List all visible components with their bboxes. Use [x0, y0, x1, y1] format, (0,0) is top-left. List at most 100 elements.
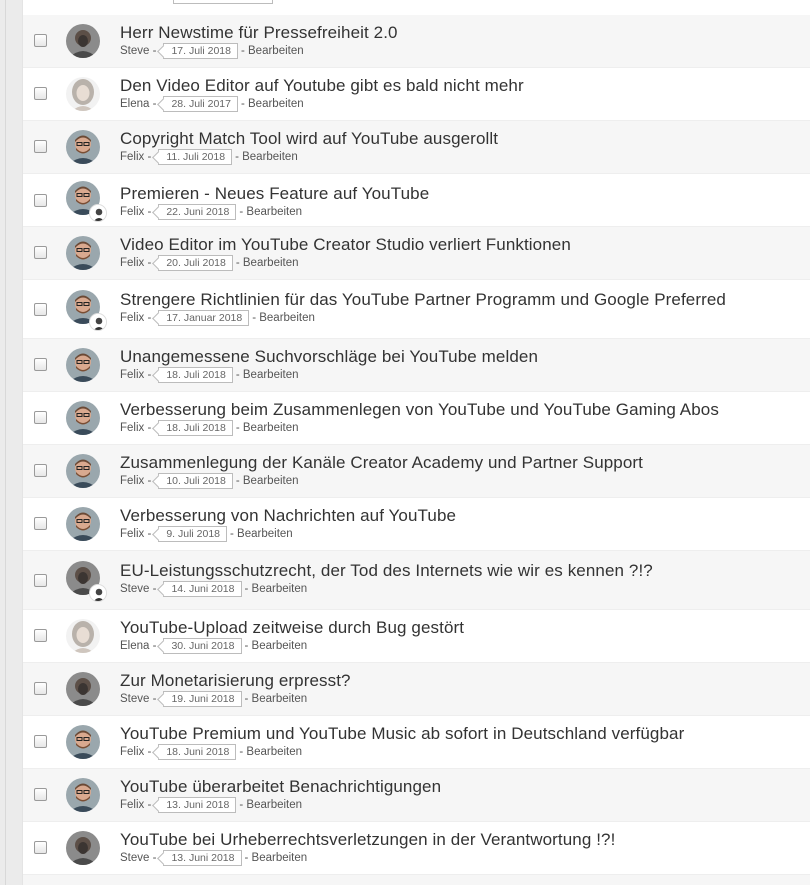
row-checkbox[interactable]: [34, 411, 47, 424]
left-gutter: [0, 0, 22, 885]
row-checkbox[interactable]: [34, 358, 47, 371]
editor-avatar-icon: [89, 584, 107, 602]
list-item: YouTube Premium und YouTube Music ab sof…: [23, 716, 810, 769]
edit-link[interactable]: - Bearbeiten: [236, 369, 299, 381]
list-item: Unangemessene Suchvorschläge bei YouTube…: [23, 339, 810, 392]
post-meta: Elena - 28. Juli 2017- Bearbeiten: [120, 96, 304, 112]
row-checkbox[interactable]: [34, 517, 47, 530]
post-title[interactable]: YouTube bei Urheberrechtsverletzungen in…: [120, 830, 615, 850]
row-checkbox[interactable]: [34, 87, 47, 100]
edit-link[interactable]: - Bearbeiten: [230, 528, 293, 540]
list-item: Zur Monetarisierung erpresst? Steve - 19. …: [23, 663, 810, 716]
post-meta: Felix - 11. Juli 2018- Bearbeiten: [120, 149, 298, 165]
edit-link[interactable]: - Bearbeiten: [239, 746, 302, 758]
post-title[interactable]: Verbesserung beim Zusammenlegen von YouT…: [120, 400, 719, 420]
row-checkbox[interactable]: [34, 629, 47, 642]
post-date-badge: 13. Juni 2018: [158, 797, 237, 813]
post-date-badge: 17. Januar 2018: [158, 310, 250, 326]
post-date-badge: 17. Juli 2018: [163, 43, 238, 59]
post-author: Steve -: [120, 45, 157, 57]
edit-link[interactable]: - Bearbeiten: [245, 693, 308, 705]
post-date-badge: 28. Juli 2017: [163, 96, 238, 112]
post-meta: Elena - 30. Juni 2018- Bearbeiten: [120, 638, 307, 654]
post-author: Felix -: [120, 257, 152, 269]
post-title[interactable]: Video Editor im YouTube Creator Studio v…: [120, 235, 571, 255]
post-date-badge: 30. Juni 2018: [163, 638, 242, 654]
post-date-badge: 18. Juni 2018: [158, 744, 237, 760]
post-author: Felix -: [120, 312, 152, 324]
post-title[interactable]: Premieren - Neues Feature auf YouTube: [120, 184, 429, 204]
row-checkbox[interactable]: [34, 574, 47, 587]
post-date-badge: 10. Juli 2018: [158, 473, 233, 489]
list-item: Den Video Editor auf Youtube gibt es bal…: [23, 68, 810, 121]
post-title[interactable]: Herr Newstime für Pressefreiheit 2.0: [120, 23, 398, 43]
list-item: Strengere Richtlinien für das YouTube Pa…: [23, 280, 810, 339]
row-checkbox[interactable]: [34, 246, 47, 259]
post-title[interactable]: YouTube-Upload zeitweise durch Bug gestö…: [120, 618, 464, 638]
list-item: Verbesserung von Nachrichten auf YouTube…: [23, 498, 810, 551]
steve-avatar: [66, 24, 100, 58]
row-checkbox[interactable]: [34, 140, 47, 153]
post-author: Felix -: [120, 369, 152, 381]
post-title[interactable]: Strengere Richtlinien für das YouTube Pa…: [120, 290, 726, 310]
post-author: Felix -: [120, 746, 152, 758]
row-checkbox[interactable]: [34, 841, 47, 854]
row-checkbox[interactable]: [34, 788, 47, 801]
edit-link[interactable]: - Bearbeiten: [241, 98, 304, 110]
felix-avatar: [66, 778, 100, 812]
post-meta: Felix - 13. Juni 2018- Bearbeiten: [120, 797, 302, 813]
post-title[interactable]: Den Video Editor auf Youtube gibt es bal…: [120, 76, 524, 96]
post-title[interactable]: YouTube überarbeitet Benachrichtigungen: [120, 777, 441, 797]
edit-link[interactable]: - Bearbeiten: [252, 312, 315, 324]
felix-avatar: [66, 130, 100, 164]
row-checkbox[interactable]: [34, 735, 47, 748]
post-date-badge: 19. Juni 2018: [163, 691, 242, 707]
felix-avatar: [66, 725, 100, 759]
post-meta: Felix - 18. Juli 2018- Bearbeiten: [120, 420, 299, 436]
list-item-partial: [23, 0, 810, 16]
edit-link[interactable]: - Bearbeiten: [241, 45, 304, 57]
post-title[interactable]: Zur Monetarisierung erpresst?: [120, 671, 351, 691]
date-badge-partial: [173, 0, 273, 4]
list-item: Verbesserung beim Zusammenlegen von YouT…: [23, 392, 810, 445]
post-title[interactable]: Unangemessene Suchvorschläge bei YouTube…: [120, 347, 538, 367]
edit-link[interactable]: - Bearbeiten: [245, 583, 308, 595]
post-meta: Steve - 14. Juni 2018- Bearbeiten: [120, 581, 307, 597]
row-checkbox[interactable]: [34, 303, 47, 316]
post-author: Felix -: [120, 206, 152, 218]
edit-link[interactable]: - Bearbeiten: [235, 151, 298, 163]
post-author: Felix -: [120, 528, 152, 540]
list-item: Herr Newstime für Pressefreiheit 2.0 Stev…: [23, 15, 810, 68]
list-item: Zusammenlegung der Kanäle Creator Academ…: [23, 445, 810, 498]
row-checkbox[interactable]: [34, 682, 47, 695]
post-author: Elena -: [120, 98, 157, 110]
row-checkbox[interactable]: [34, 464, 47, 477]
post-date-badge: 18. Juli 2018: [158, 420, 233, 436]
post-author: Felix -: [120, 799, 152, 811]
post-title[interactable]: EU-Leistungsschutzrecht, der Tod des Int…: [120, 561, 653, 581]
post-title[interactable]: Verbesserung von Nachrichten auf YouTube: [120, 506, 456, 526]
felix-avatar: [66, 348, 100, 382]
post-title[interactable]: Zusammenlegung der Kanäle Creator Academ…: [120, 453, 643, 473]
post-meta: Felix - 18. Juni 2018- Bearbeiten: [120, 744, 302, 760]
post-title[interactable]: YouTube Premium und YouTube Music ab sof…: [120, 724, 684, 744]
edit-link[interactable]: - Bearbeiten: [245, 852, 308, 864]
edit-link[interactable]: - Bearbeiten: [245, 640, 308, 652]
row-checkbox[interactable]: [34, 194, 47, 207]
editor-avatar-icon: [89, 204, 107, 222]
elena-avatar: [66, 619, 100, 653]
edit-link[interactable]: - Bearbeiten: [236, 475, 299, 487]
edit-link[interactable]: - Bearbeiten: [236, 422, 299, 434]
post-date-badge: 20. Juli 2018: [158, 255, 233, 271]
list-item: Premieren - Neues Feature auf YouTube Fel…: [23, 174, 810, 227]
post-list: Herr Newstime für Pressefreiheit 2.0 Stev…: [22, 0, 810, 885]
edit-link[interactable]: - Bearbeiten: [236, 257, 299, 269]
row-checkbox[interactable]: [34, 34, 47, 47]
list-item-partial: [23, 875, 810, 885]
edit-link[interactable]: - Bearbeiten: [239, 206, 302, 218]
post-title[interactable]: Copyright Match Tool wird auf YouTube au…: [120, 129, 498, 149]
editor-avatar-icon: [89, 313, 107, 331]
post-date-badge: 18. Juli 2018: [158, 367, 233, 383]
list-item: YouTube bei Urheberrechtsverletzungen in…: [23, 822, 810, 875]
edit-link[interactable]: - Bearbeiten: [239, 799, 302, 811]
